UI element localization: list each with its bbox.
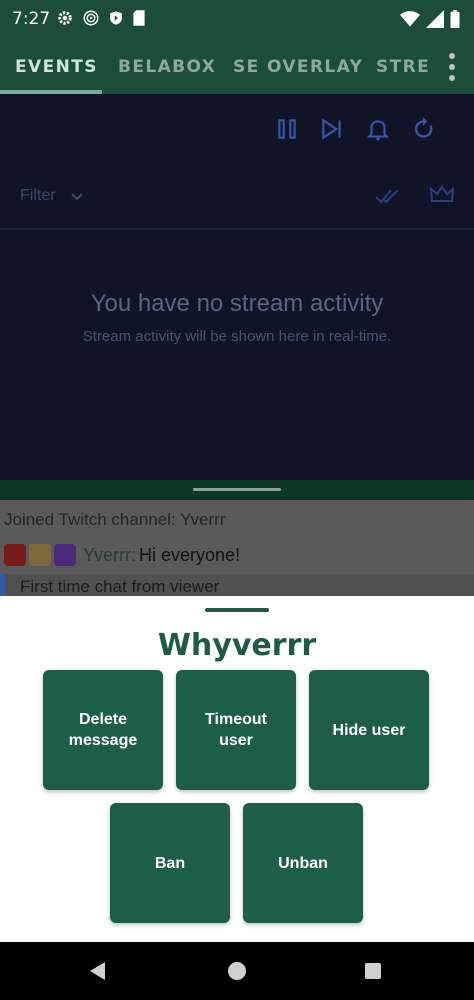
signal-icon: [426, 10, 444, 28]
status-bar: 7:27: [0, 0, 474, 38]
wifi-icon: [400, 11, 420, 27]
tab-se-overlay[interactable]: SE OVERLAY: [233, 57, 363, 77]
sheet-drag-handle[interactable]: [205, 608, 269, 612]
sd-card-icon: [133, 10, 145, 26]
pause-icon[interactable]: [274, 116, 300, 142]
chat-text: Hi everyone!: [139, 544, 241, 565]
sheet-username: Whyverrr: [157, 628, 317, 663]
hide-user-button[interactable]: Hide user: [309, 670, 429, 790]
navigation-bar: [0, 942, 474, 1000]
user-actions-sheet: Whyverrr Delete message Timeout user Hid…: [0, 596, 474, 942]
map-badge-icon: [29, 544, 51, 566]
chat-author: Yverrr:: [83, 544, 137, 565]
panel-divider[interactable]: [0, 480, 474, 500]
tab-belabox[interactable]: BELABOX: [118, 57, 216, 77]
double-check-icon[interactable]: [374, 186, 402, 208]
spiral-icon: [83, 10, 99, 26]
delete-message-button[interactable]: Delete message: [43, 670, 163, 790]
tab-events[interactable]: EVENTS: [15, 57, 98, 77]
tab-bar: EVENTS BELABOX SE OVERLAY STRE: [0, 38, 474, 94]
skip-next-icon[interactable]: [319, 116, 345, 142]
empty-state-subtitle: Stream activity will be shown here in re…: [82, 328, 392, 345]
chat-message[interactable]: Yverrr: Hi everyone!: [4, 544, 240, 566]
refresh-icon[interactable]: [411, 116, 437, 142]
events-toolbar: [0, 94, 474, 164]
bell-icon[interactable]: [365, 116, 391, 142]
overflow-menu-icon[interactable]: [448, 53, 456, 81]
first-time-chat-notice: First time chat from viewer: [0, 574, 474, 596]
filter-row: Filter: [0, 164, 474, 230]
filter-dropdown[interactable]: Filter: [20, 187, 56, 205]
empty-state-title: You have no stream activity: [90, 290, 384, 317]
unban-button[interactable]: Unban: [243, 803, 363, 923]
back-icon[interactable]: [90, 962, 105, 980]
shield-icon: [110, 11, 122, 25]
tab-stre[interactable]: STRE: [376, 57, 430, 77]
status-time: 7:27: [12, 9, 51, 29]
chat-panel: Joined Twitch channel: Yverrr Yverrr: Hi…: [0, 500, 474, 596]
chevron-down-icon[interactable]: [70, 192, 84, 202]
chat-system-message: Joined Twitch channel: Yverrr: [4, 510, 226, 529]
battery-icon: [450, 10, 460, 28]
divider-handle[interactable]: [193, 488, 281, 491]
home-icon[interactable]: [228, 962, 246, 980]
settings-icon: [58, 11, 72, 25]
timeout-user-button[interactable]: Timeout user: [176, 670, 296, 790]
ban-button[interactable]: Ban: [110, 803, 230, 923]
verified-badge-icon: [54, 544, 76, 566]
crown-icon[interactable]: [429, 184, 455, 206]
events-panel: Filter You have no stream activity Strea…: [0, 94, 474, 500]
recents-icon[interactable]: [365, 963, 381, 979]
broadcaster-badge-icon: [4, 544, 26, 566]
